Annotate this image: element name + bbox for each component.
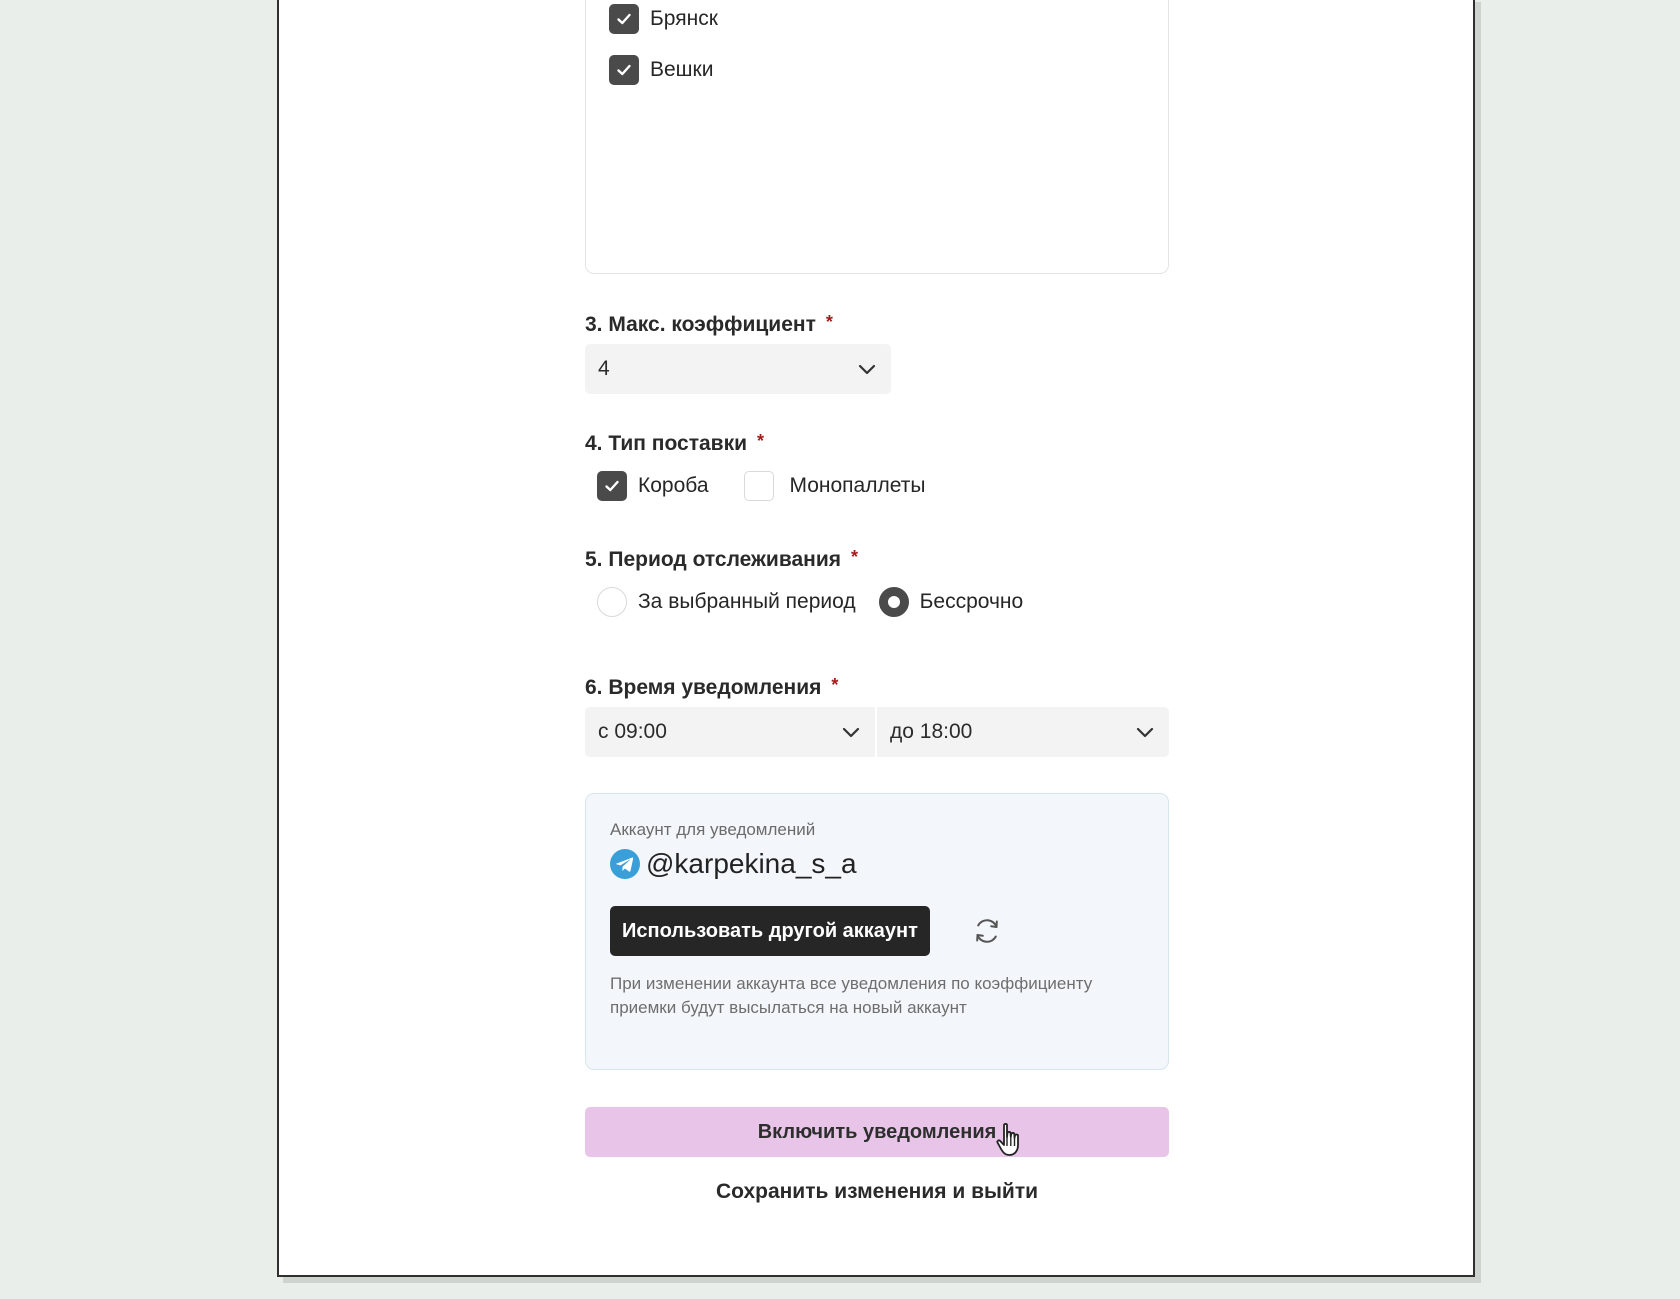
period-option-unlimited[interactable]: Бессрочно — [878, 587, 1024, 617]
tracking-period-label-text: 5. Период отслеживания — [585, 548, 841, 571]
telegram-icon — [610, 849, 640, 879]
required-mark: * — [831, 675, 839, 695]
check-icon — [617, 64, 631, 76]
checkbox-checked[interactable] — [597, 471, 627, 501]
period-option-selected-range[interactable]: За выбранный период — [597, 587, 856, 617]
chevron-down-icon — [1136, 727, 1154, 738]
chevron-down-icon — [842, 727, 860, 738]
required-mark: * — [825, 312, 833, 332]
save-and-exit-link[interactable]: Сохранить изменения и выйти — [585, 1180, 1169, 1204]
required-mark: * — [851, 547, 859, 567]
check-icon — [617, 13, 631, 25]
account-handle: @karpekina_s_a — [646, 848, 857, 879]
hand-cursor-icon — [996, 1123, 1019, 1156]
supply-option-label: Монопаллеты — [789, 474, 926, 497]
supply-option-label: Короба — [638, 474, 709, 497]
region-item-veshki[interactable]: Вешки — [609, 55, 713, 85]
supply-type-label: 4. Тип поставки * — [585, 431, 764, 456]
check-icon — [605, 480, 619, 492]
tracking-period-label: 5. Период отслеживания * — [585, 547, 858, 572]
supply-option-monopallets[interactable]: Монопаллеты — [743, 471, 926, 501]
region-list — [585, 0, 1169, 274]
time-to-value: до 18:00 — [890, 720, 973, 743]
account-change-note: При изменении аккаунта все уведомления п… — [610, 974, 1093, 1017]
region-label: Брянск — [650, 7, 718, 30]
account-caption: Аккаунт для уведомлений — [610, 820, 816, 839]
refresh-icon[interactable] — [971, 915, 1003, 947]
required-mark: * — [757, 431, 765, 451]
region-label: Вешки — [650, 58, 714, 81]
checkbox-unchecked[interactable] — [743, 471, 774, 501]
supply-option-boxes[interactable]: Короба — [597, 471, 709, 501]
period-option-label: Бессрочно — [919, 590, 1024, 613]
enable-notifications-button[interactable]: Включить уведомления — [585, 1107, 1169, 1157]
coefficient-label: 3. Макс. коэффициент * — [585, 312, 833, 337]
use-other-account-button[interactable]: Использовать другой аккаунт — [610, 906, 930, 956]
time-to-select[interactable]: до 18:00 — [877, 707, 1169, 757]
radio-selected[interactable] — [878, 587, 909, 617]
notify-time-label: 6. Время уведомления * — [585, 675, 838, 700]
coefficient-select[interactable]: 4 — [585, 344, 891, 394]
checkbox-checked[interactable] — [609, 4, 639, 34]
coefficient-value: 4 — [598, 357, 610, 380]
checkbox-checked[interactable] — [609, 55, 639, 85]
chevron-down-icon — [858, 364, 876, 375]
supply-type-label-text: 4. Тип поставки — [585, 432, 748, 455]
time-from-value: с 09:00 — [598, 720, 667, 743]
account-handle-row: @karpekina_s_a — [610, 848, 857, 880]
notification-account-card: Аккаунт для уведомлений @karpekina_s_a И… — [585, 793, 1169, 1070]
radio-unselected[interactable] — [597, 587, 627, 617]
time-from-select[interactable]: с 09:00 — [585, 707, 875, 757]
supply-type-options: Короба Монопаллеты — [597, 471, 925, 501]
tracking-period-options: За выбранный период Бессрочно — [597, 587, 1023, 617]
period-option-label: За выбранный период — [638, 590, 856, 613]
coefficient-label-text: 3. Макс. коэффициент — [585, 313, 816, 336]
region-item-bryansk[interactable]: Брянск — [609, 4, 718, 34]
notify-time-label-text: 6. Время уведомления — [585, 676, 822, 699]
